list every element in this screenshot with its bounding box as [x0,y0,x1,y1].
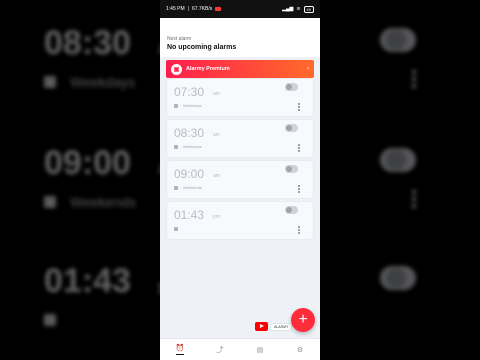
repeat-icon [174,227,178,231]
alarm-time: 01:43 [174,208,205,222]
nav-settings-tab[interactable]: ⚙ [291,343,309,357]
bg-more-icon [412,70,416,88]
alarm-card[interactable]: 09:00 am Weekends [167,161,313,198]
repeat-icon [174,186,178,190]
premium-banner[interactable]: ▣ Alarmy Premium › [166,60,314,78]
nav-report-tab[interactable]: ⤴ [211,343,229,357]
youtube-icon [255,322,268,331]
alarm-icon: ⏰ [175,345,185,352]
alarm-card[interactable]: 07:30 am Weekdays [167,79,313,116]
alarm-toggle[interactable] [285,165,298,173]
gear-icon: ⚙ [296,346,304,354]
alarm-toggle[interactable] [285,83,298,91]
alarm-repeat: Weekdays [183,103,202,108]
screen: 08:30 am Weekdays 09:00 am Weekends 01:4… [0,0,480,360]
news-icon: ▤ [256,346,264,354]
alarm-repeat: Weekends [183,185,202,190]
more-options-icon[interactable] [298,226,300,234]
gift-icon: ▣ [171,63,182,75]
bg-alarm-time: 08:30 [44,24,131,62]
alarm-ampm: am [213,132,220,138]
chevron-right-icon: › [307,66,309,72]
bg-toggle-icon [380,28,416,52]
alarm-ampm: pm [213,214,220,220]
nav-alarm-tab[interactable]: ⏰ [171,343,189,357]
alarm-ampm: am [213,173,220,179]
battery-icon: 69 [303,5,314,13]
status-separator: | [187,6,189,12]
youtube-chip-label: ALARMY [271,323,292,330]
bg-alarm-time: 01:43 [44,262,131,300]
alarm-toggle[interactable] [285,206,298,214]
next-alarm-header: Next alarm No upcoming alarms [160,18,320,57]
alarm-card[interactable]: 01:43 pm [167,202,313,239]
premium-label: Alarmy Premium [186,66,230,72]
phone-screen: 1:45 PM | 67.7KB/s ▂▄▆ ≋ 69 Next alarm N… [160,0,320,360]
bg-alarm-time: 09:00 [44,144,131,182]
more-options-icon[interactable] [298,185,300,193]
chart-icon: ⤴ [216,346,224,354]
alarm-card[interactable]: 08:30 am Weekdays [167,120,313,157]
bg-repeat-icon [44,314,56,326]
status-network-speed: 67.7KB/s [191,6,213,12]
repeat-icon [174,145,178,149]
youtube-chip[interactable]: ALARMY [255,322,292,331]
alarm-repeat: Weekdays [183,144,202,149]
nav-news-tab[interactable]: ▤ [251,343,269,357]
next-alarm-label: Next alarm [167,36,192,42]
add-alarm-button[interactable]: + [291,308,315,332]
bg-more-icon [412,190,416,208]
more-options-icon[interactable] [298,144,300,152]
alarm-ampm: am [213,91,220,97]
more-options-icon[interactable] [298,103,300,111]
bg-alarm-repeat: Weekends [70,194,136,210]
signal-icon: ▂▄▆ [282,6,294,12]
screen-record-icon [215,7,222,11]
bg-toggle-icon [380,148,416,172]
wifi-icon: ≋ [296,6,301,12]
repeat-icon [174,104,178,108]
alarm-time: 07:30 [174,85,205,99]
bg-alarm-repeat: Weekdays [70,74,136,90]
bottom-nav: ⏰ ⤴ ▤ ⚙ [160,338,320,360]
bg-repeat-icon [44,196,56,208]
alarm-time: 09:00 [174,167,205,181]
status-bar: 1:45 PM | 67.7KB/s ▂▄▆ ≋ 69 [160,0,320,18]
bg-toggle-icon [380,266,416,290]
alarm-toggle[interactable] [285,124,298,132]
status-time: 1:45 PM [166,6,185,12]
bg-repeat-icon [44,76,56,88]
alarm-time: 08:30 [174,126,205,140]
next-alarm-value: No upcoming alarms [167,44,237,51]
